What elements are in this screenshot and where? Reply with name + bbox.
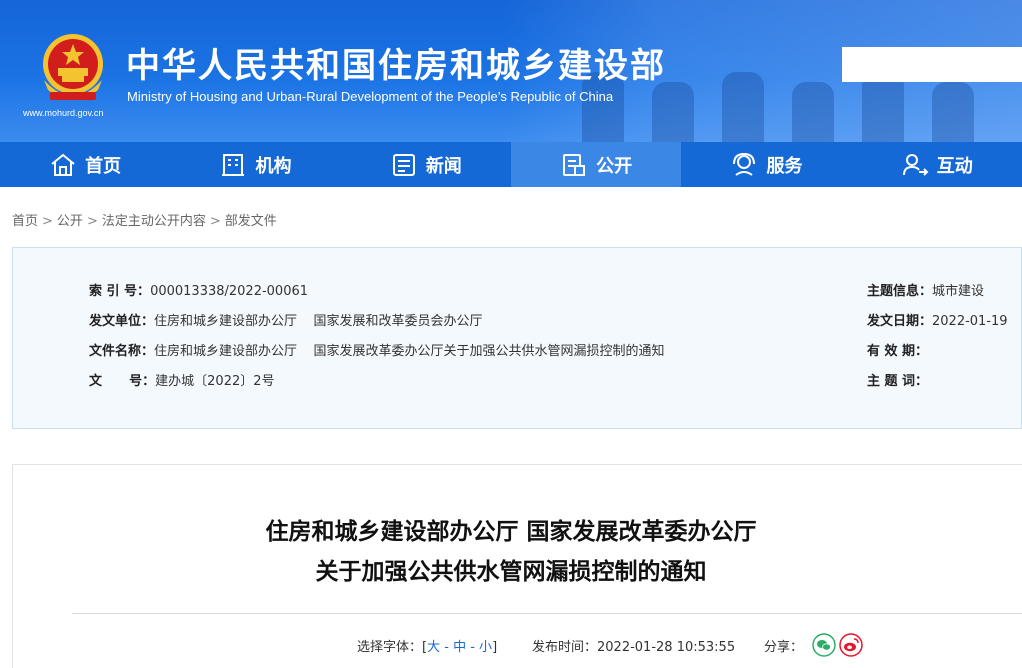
info-docname: 文件名称：住房和城乡建设部办公厅 国家发展改革委办公厅关于加强公共供水管网漏损控…	[89, 340, 665, 359]
nav-item-organization[interactable]: 机构	[170, 142, 340, 187]
nav-item-news[interactable]: 新闻	[341, 142, 511, 187]
breadcrumb-public[interactable]: 公开	[57, 214, 83, 229]
info-date-value: 2022-01-19	[932, 314, 1008, 329]
national-emblem-icon[interactable]	[36, 30, 110, 106]
info-index-label: 索 引 号：	[89, 284, 151, 299]
weibo-share-icon[interactable]	[839, 633, 863, 657]
search-input[interactable]	[842, 47, 1022, 82]
breadcrumb-separator: >	[42, 214, 53, 229]
publish-info: 发布时间：2022-01-28 10:53:55	[532, 636, 735, 655]
nav-label: 公开	[596, 155, 633, 177]
font-size-dash: -	[440, 640, 454, 655]
publish-label: 发布时间：	[532, 640, 598, 655]
font-size-small[interactable]: 小	[479, 640, 492, 655]
info-issuer-label: 发文单位：	[89, 314, 155, 329]
article-title-line1: 住房和城乡建设部办公厅 国家发展改革委办公厅	[265, 519, 757, 545]
info-docname-label: 文件名称：	[89, 344, 155, 359]
breadcrumb-statutory[interactable]: 法定主动公开内容	[102, 214, 206, 229]
info-topic-label: 主题信息：	[867, 284, 933, 299]
info-issuer-value: 住房和城乡建设部办公厅 国家发展和改革委员会办公厅	[154, 314, 483, 329]
home-icon	[51, 153, 75, 176]
nav-item-home[interactable]: 首页	[0, 142, 170, 187]
font-size-label: 选择字体：[	[357, 640, 428, 655]
info-docnum: 文 号：建办城〔2022〕2号	[89, 370, 275, 389]
breadcrumb-home[interactable]: 首页	[12, 214, 38, 229]
info-topic: 主题信息：城市建设	[867, 280, 984, 299]
info-topic-value: 城市建设	[932, 284, 985, 299]
publish-time: 2022-01-28 10:53:55	[597, 640, 736, 655]
font-size-dash: -	[466, 640, 480, 655]
info-validity: 有 效 期：	[867, 340, 928, 359]
breadcrumb-separator: >	[209, 214, 221, 229]
info-keywords-label: 主 题 词：	[867, 374, 929, 389]
info-validity-label: 有 效 期：	[867, 344, 929, 359]
font-size-medium[interactable]: 中	[453, 640, 466, 655]
site-title-en: Ministry of Housing and Urban-Rural Deve…	[127, 89, 614, 104]
info-docnum-label: 文 号：	[89, 374, 156, 389]
share-label: 分享：	[764, 640, 804, 655]
main-nav: 首页 机构 新闻 公开 服务 互动	[0, 142, 1022, 187]
wechat-share-icon[interactable]	[812, 633, 836, 657]
nav-item-interaction[interactable]: 互动	[852, 142, 1022, 187]
font-size-large[interactable]: 大	[427, 640, 440, 655]
breadcrumb-ministry-docs[interactable]: 部发文件	[225, 214, 277, 229]
newspaper-icon	[392, 153, 415, 176]
nav-label: 服务	[766, 155, 803, 177]
nav-item-public[interactable]: 公开	[510, 142, 682, 187]
nav-label: 机构	[255, 155, 292, 177]
info-date-label: 发文日期：	[867, 314, 933, 329]
info-docname-value: 住房和城乡建设部办公厅 国家发展改革委办公厅关于加强公共供水管网漏损控制的通知	[154, 344, 665, 359]
info-date: 发文日期：2022-01-19	[867, 310, 1008, 329]
info-index-value: 000013338/2022-00061	[150, 284, 309, 299]
breadcrumb-separator: >	[86, 214, 98, 229]
info-docnum-value: 建办城〔2022〕2号	[155, 374, 275, 389]
nav-label: 新闻	[425, 155, 462, 177]
document-info-panel: 索 引 号：000013338/2022-00061 发文单位：住房和城乡建设部…	[12, 247, 1022, 429]
nav-label: 互动	[936, 155, 973, 177]
font-size-selector: 选择字体：[大 - 中 - 小]	[357, 636, 497, 655]
breadcrumb: 首页 > 公开 > 法定主动公开内容 > 部发文件	[12, 210, 277, 229]
nav-label: 首页	[85, 155, 122, 177]
site-url: www.mohurd.gov.cn	[23, 108, 104, 118]
building-icon	[222, 153, 245, 176]
title-divider	[72, 613, 1022, 614]
font-size-bracket: ]	[492, 640, 498, 655]
info-index: 索 引 号：000013338/2022-00061	[89, 280, 308, 299]
document-icon	[563, 153, 586, 176]
info-keywords: 主 题 词：	[867, 370, 928, 389]
article-title-line2: 关于加强公共供水管网漏损控制的通知	[315, 559, 707, 585]
service-icon	[733, 152, 756, 176]
site-title-cn[interactable]: 中华人民共和国住房和城乡建设部	[126, 38, 666, 87]
interaction-icon	[902, 153, 929, 176]
nav-item-service[interactable]: 服务	[681, 142, 851, 187]
info-issuer: 发文单位：住房和城乡建设部办公厅 国家发展和改革委员会办公厅	[89, 310, 483, 329]
